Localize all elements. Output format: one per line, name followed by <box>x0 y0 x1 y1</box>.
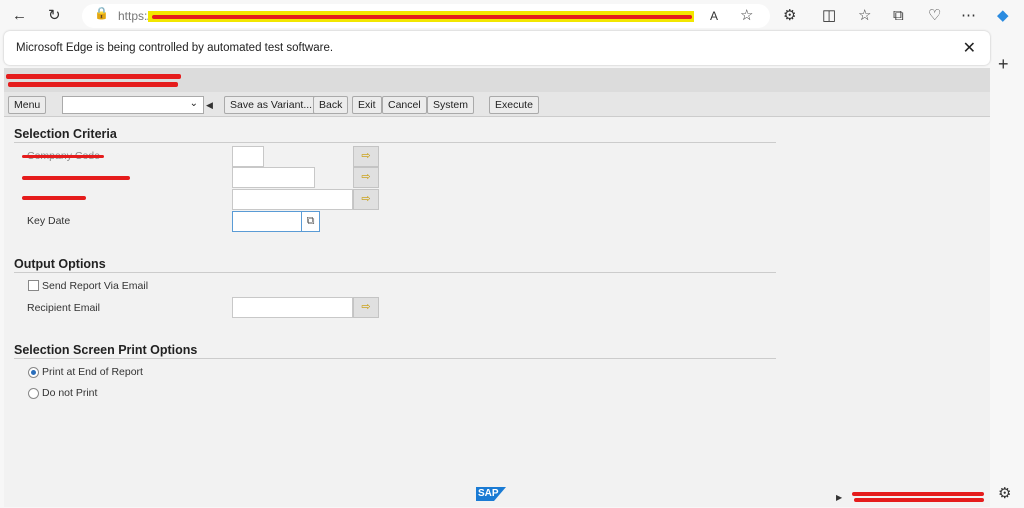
multiple-selection-icon[interactable]: ⇨ <box>353 297 379 318</box>
field-label-redaction <box>22 196 86 200</box>
print-end-label: Print at End of Report <box>42 366 143 378</box>
lock-icon: 🔒 <box>94 6 109 20</box>
system-button[interactable]: System <box>427 96 475 114</box>
multiple-selection-icon[interactable]: ⇨ <box>353 189 379 210</box>
automation-banner: Microsoft Edge is being controlled by au… <box>4 31 990 65</box>
favorite-icon[interactable]: ☆ <box>740 6 753 26</box>
variant-select[interactable]: ⌄ <box>62 96 204 114</box>
sap-toolbar: Menu ⌄ ◀ Save as Variant... Back Exit Ca… <box>4 92 990 117</box>
status-redaction <box>852 492 984 496</box>
extensions-icon[interactable]: ⚙ <box>783 6 796 26</box>
field-3-input[interactable] <box>232 189 353 210</box>
exit-button[interactable]: Exit <box>352 96 382 114</box>
more-icon[interactable]: ⋯ <box>961 6 976 26</box>
sap-logo: SAP <box>476 487 506 501</box>
execute-button[interactable]: Execute <box>489 96 539 114</box>
print-end-radio[interactable] <box>28 367 39 378</box>
cancel-button[interactable]: Cancel <box>382 96 427 114</box>
settings-icon[interactable]: ⚙ <box>998 484 1011 504</box>
section-title-output: Output Options <box>14 257 776 273</box>
save-variant-button[interactable]: Save as Variant... <box>224 96 319 114</box>
health-icon[interactable]: ♡ <box>928 6 941 26</box>
expand-status-icon[interactable]: ▶ <box>836 488 842 508</box>
multiple-selection-icon[interactable]: ⇨ <box>353 146 379 167</box>
chevron-down-icon: ⌄ <box>189 98 198 109</box>
back-button[interactable]: Back <box>313 96 349 114</box>
section-title-print: Selection Screen Print Options <box>14 343 776 359</box>
no-print-label: Do not Print <box>42 387 98 399</box>
send-email-checkbox[interactable] <box>28 280 39 291</box>
split-screen-icon[interactable]: ◫ <box>822 6 836 26</box>
read-aloud-icon[interactable]: A <box>710 6 718 26</box>
company-code-input[interactable] <box>232 146 264 167</box>
section-title-selection: Selection Criteria <box>14 127 776 143</box>
title-bar <box>4 68 990 92</box>
field-2-input[interactable] <box>232 167 315 188</box>
recipient-email-input[interactable] <box>232 297 353 318</box>
edge-sidebar: + ⚙ <box>992 32 1024 507</box>
browser-toolbar: ← ↻ 🔒 https:// A ☆ ⚙ ◫ ☆ ⧉ ♡ ⋯ ◆ <box>0 0 1024 32</box>
back-icon[interactable]: ← <box>12 6 27 26</box>
add-icon[interactable]: + <box>998 54 1009 74</box>
title-redaction <box>6 74 181 79</box>
collections-icon[interactable]: ⧉ <box>893 6 904 26</box>
refresh-icon[interactable]: ↻ <box>48 6 61 26</box>
key-date-label: Key Date <box>27 215 71 227</box>
close-icon[interactable]: ✕ <box>963 38 976 58</box>
banner-text: Microsoft Edge is being controlled by au… <box>16 42 334 54</box>
key-date-input[interactable] <box>232 211 302 232</box>
field-label-redaction <box>22 176 130 180</box>
menu-button[interactable]: Menu <box>8 96 47 114</box>
collapse-icon[interactable]: ◀ <box>206 95 213 115</box>
favorites-icon[interactable]: ☆ <box>858 6 871 26</box>
calendar-icon[interactable]: ⧉ <box>301 211 320 232</box>
no-print-radio[interactable] <box>28 388 39 399</box>
send-email-label: Send Report Via Email <box>42 280 149 292</box>
copilot-icon[interactable]: ◆ <box>997 6 1009 26</box>
multiple-selection-icon[interactable]: ⇨ <box>353 167 379 188</box>
sap-window: Menu ⌄ ◀ Save as Variant... Back Exit Ca… <box>4 68 990 507</box>
recipient-email-label: Recipient Email <box>27 302 100 314</box>
address-bar[interactable]: 🔒 https:// A ☆ <box>82 4 770 28</box>
